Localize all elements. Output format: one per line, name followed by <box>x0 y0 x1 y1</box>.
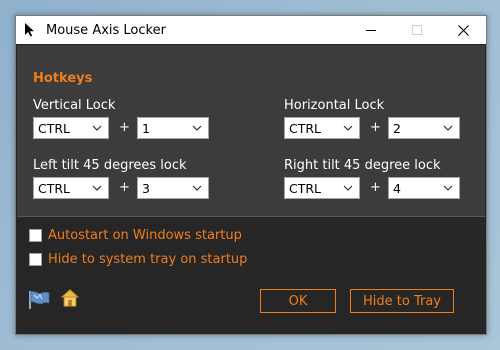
plus-sign: + <box>119 120 130 135</box>
horizontal-lock-key-value: 2 <box>393 120 401 136</box>
vertical-lock-label: Vertical Lock <box>33 98 116 113</box>
left-tilt-key-select[interactable]: 3 <box>137 177 209 199</box>
hotkeys-panel: Hotkeys Vertical Lock CTRL + 1 Horizonta… <box>17 45 485 217</box>
autostart-label[interactable]: Autostart on Windows startup <box>48 228 242 243</box>
chevron-down-icon <box>92 125 102 131</box>
horizontal-lock-label: Horizontal Lock <box>284 98 385 113</box>
horizontal-lock-modifier-select[interactable]: CTRL <box>284 117 360 139</box>
vertical-lock-modifier-value: CTRL <box>38 120 71 136</box>
horizontal-lock-key-select[interactable]: 2 <box>388 117 460 139</box>
plus-sign: + <box>370 120 381 135</box>
left-tilt-modifier-value: CTRL <box>38 180 71 196</box>
main-window: Mouse Axis Locker Hotkeys Vertical Lock … <box>15 15 487 335</box>
hotkeys-title: Hotkeys <box>33 71 93 86</box>
right-tilt-lock-label: Right tilt 45 degree lock <box>284 158 441 173</box>
vertical-lock-key-value: 1 <box>142 120 150 136</box>
chevron-down-icon <box>192 185 202 191</box>
chevron-down-icon <box>92 185 102 191</box>
minimize-icon <box>366 30 376 31</box>
autostart-option[interactable]: Autostart on Windows startup <box>29 228 242 243</box>
left-tilt-lock-label: Left tilt 45 degrees lock <box>33 158 187 173</box>
vertical-lock-key-select[interactable]: 1 <box>137 117 209 139</box>
right-tilt-key-value: 4 <box>393 180 401 196</box>
hide-tray-option[interactable]: Hide to system tray on startup <box>29 252 247 267</box>
horizontal-lock-modifier-value: CTRL <box>289 120 322 136</box>
flag-icon[interactable] <box>28 290 50 310</box>
right-tilt-key-select[interactable]: 4 <box>388 177 460 199</box>
mouse-cursor-icon <box>22 22 38 38</box>
hide-tray-label[interactable]: Hide to system tray on startup <box>48 252 247 267</box>
close-button[interactable] <box>440 16 486 44</box>
vertical-lock-modifier-select[interactable]: CTRL <box>33 117 109 139</box>
window-controls <box>348 16 486 44</box>
chevron-down-icon <box>443 125 453 131</box>
close-icon <box>457 24 469 36</box>
chevron-down-icon <box>343 185 353 191</box>
ok-button[interactable]: OK <box>260 289 336 313</box>
right-tilt-modifier-value: CTRL <box>289 180 322 196</box>
autostart-checkbox[interactable] <box>29 229 42 242</box>
plus-sign: + <box>370 180 381 195</box>
maximize-icon <box>412 25 422 35</box>
right-tilt-modifier-select[interactable]: CTRL <box>284 177 360 199</box>
minimize-button[interactable] <box>348 16 394 44</box>
left-tilt-key-value: 3 <box>142 180 150 196</box>
hide-to-tray-button[interactable]: Hide to Tray <box>350 289 454 313</box>
chevron-down-icon <box>443 185 453 191</box>
title-bar[interactable]: Mouse Axis Locker <box>16 16 486 44</box>
home-icon[interactable] <box>59 288 81 308</box>
plus-sign: + <box>119 180 130 195</box>
hide-tray-checkbox[interactable] <box>29 253 42 266</box>
left-tilt-modifier-select[interactable]: CTRL <box>33 177 109 199</box>
chevron-down-icon <box>192 125 202 131</box>
window-title: Mouse Axis Locker <box>46 22 166 38</box>
chevron-down-icon <box>343 125 353 131</box>
maximize-button[interactable] <box>394 16 440 44</box>
